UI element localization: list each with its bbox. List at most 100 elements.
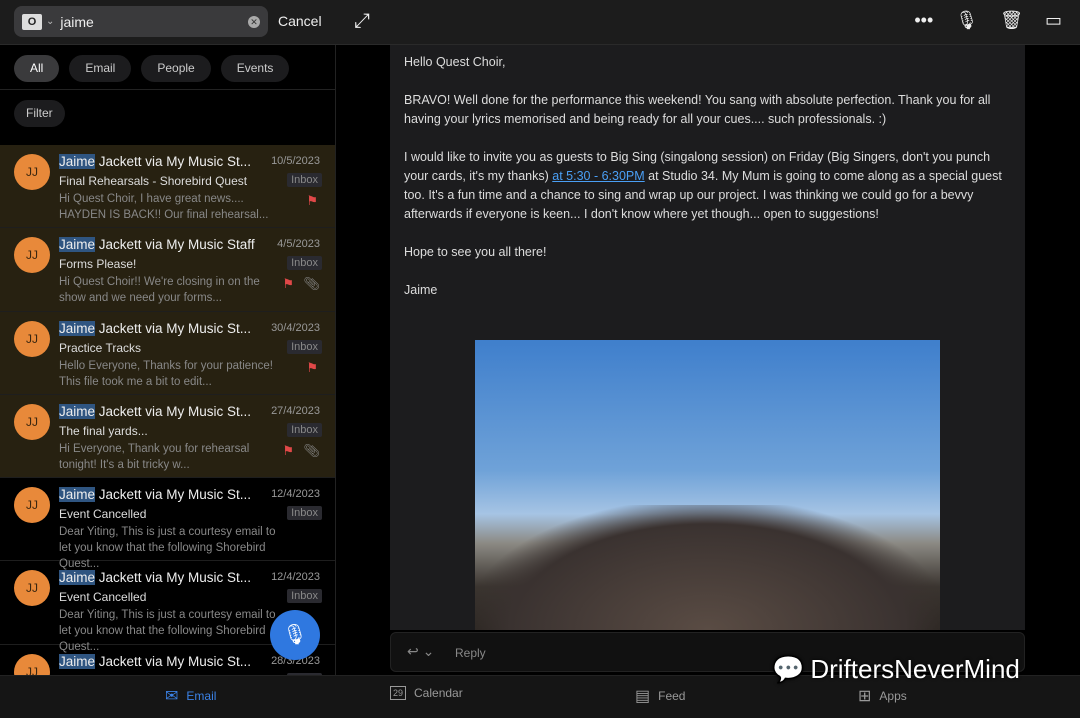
more-icon[interactable]: •••	[914, 10, 933, 31]
top-bar: O ⌄ jaime ✕ Cancel ⤢ ••• 🎙︎ 🗑︎ ▭	[0, 0, 1080, 45]
sender: Jaime Jackett via My Music Staff	[59, 237, 264, 253]
archive-icon[interactable]: ▭	[1045, 10, 1062, 31]
sender-rest: Jackett via My Music St...	[95, 320, 252, 336]
divider	[0, 89, 335, 90]
avatar: JJ	[14, 487, 50, 524]
attachment-icon: 📎︎	[303, 276, 320, 292]
message-body: Hello Quest Choir, BRAVO! Well done for …	[404, 53, 1014, 319]
attachment-icon: 📎︎	[303, 442, 320, 458]
chip-all[interactable]: All	[14, 55, 60, 82]
calendar-icon: 29	[390, 686, 407, 700]
voice-search-button[interactable]: 🎙︎	[270, 610, 320, 660]
reply-options-icon[interactable]: ↩ ⌄	[407, 643, 434, 660]
choir-photo[interactable]	[475, 340, 940, 630]
time-link[interactable]: at 5:30 - 6:30PM	[552, 169, 644, 183]
preview: Hi Everyone, Thank you for rehearsal ton…	[59, 442, 250, 471]
paragraph: I would like to invite you as guests to …	[404, 148, 1014, 224]
flag-icon[interactable]: ⚑	[282, 443, 294, 459]
preview: Hello Everyone, Thanks for your patience…	[59, 359, 273, 388]
sender-rest: Jackett via My Music St...	[95, 154, 252, 169]
chevron-down-icon[interactable]: ⌄	[46, 16, 54, 27]
email-list: JJ Jaime Jackett via My Music St... 10/5…	[0, 145, 335, 675]
sender: Jaime Jackett via My Music St...	[59, 653, 264, 669]
subject: Final Rehearsals - Shorebird Quest	[59, 174, 248, 188]
group-of-people	[475, 505, 940, 630]
subject: Event Cancelled	[59, 507, 147, 522]
date: 30/4/2023	[271, 321, 320, 334]
folder-badge: Inbox	[287, 256, 322, 271]
tab-label: Email	[186, 689, 217, 703]
folder-badge: Inbox	[287, 506, 322, 521]
paragraph: BRAVO! Well done for the performance thi…	[404, 93, 991, 126]
email-list-item[interactable]: JJ Jaime Jackett via My Music St... 12/4…	[0, 478, 335, 570]
sender-rest: Jackett via My Music St...	[95, 653, 252, 669]
email-list-item[interactable]: JJ Jaime Jackett via My Music St... 10/5…	[0, 145, 335, 229]
sender: Jaime Jackett via My Music St...	[59, 320, 264, 336]
reply-label[interactable]: Reply	[455, 646, 486, 660]
tab-label: Apps	[879, 689, 907, 703]
date: 27/4/2023	[271, 404, 320, 417]
search-match: Jaime	[59, 653, 96, 669]
search-match: Jaime	[59, 320, 96, 336]
email-list-item[interactable]: JJ Jaime Jackett via My Music St... 30/4…	[0, 311, 335, 395]
date: 4/5/2023	[277, 238, 320, 251]
search-match: Jaime	[59, 154, 96, 169]
date: 12/4/2023	[271, 571, 320, 584]
search-input[interactable]: jaime	[60, 14, 248, 30]
sender-rest: Jackett via My Music St...	[95, 487, 252, 503]
sender-rest: Jackett via My Music St...	[95, 570, 252, 586]
tab-calendar[interactable]: 29 Calendar	[390, 686, 463, 700]
cancel-button[interactable]: Cancel	[278, 13, 322, 29]
sender: Jaime Jackett via My Music St...	[59, 570, 264, 586]
trash-icon[interactable]: 🗑︎	[1000, 10, 1023, 31]
date: 12/4/2023	[271, 488, 320, 501]
avatar: JJ	[14, 154, 50, 190]
flag-icon[interactable]: ⚑	[306, 360, 318, 376]
watermark-text: DriftersNeverMind	[810, 654, 1020, 684]
message-reading-pane: Hello Quest Choir, BRAVO! Well done for …	[390, 45, 1025, 630]
search-results-pane: All Email People Events Filter JJ Jaime …	[0, 0, 336, 675]
sender: Jaime Jackett via My Music St...	[59, 487, 264, 503]
tab-label: Feed	[658, 689, 686, 703]
filter-button[interactable]: Filter	[14, 100, 65, 127]
email-list-item[interactable]: JJ Jaime Jackett via My Music Staff 4/5/…	[0, 228, 335, 312]
chip-email[interactable]: Email	[69, 55, 132, 82]
avatar: JJ	[14, 570, 50, 607]
flag-icon[interactable]: ⚑	[282, 276, 294, 292]
tab-email[interactable]: ✉ Email	[165, 686, 216, 706]
preview: Hi Quest Choir, I have great news.... HA…	[59, 193, 269, 221]
subject: The final yards...	[59, 423, 148, 438]
tab-label: Calendar	[414, 686, 463, 700]
result-type-chips: All Email People Events	[14, 55, 290, 82]
chip-events[interactable]: Events	[220, 55, 290, 82]
avatar: JJ	[14, 653, 50, 675]
preview: Hi Quest Choir!! We're closing in on the…	[59, 276, 260, 305]
search-field[interactable]: O ⌄ jaime ✕	[14, 6, 268, 37]
greeting: Hello Quest Choir,	[404, 55, 506, 69]
flag-icon[interactable]: ⚑	[306, 193, 318, 209]
subject: Forms Please!	[59, 257, 137, 272]
sender-rest: Jackett via My Music St...	[95, 403, 252, 419]
microphone-icon[interactable]: 🎙︎	[955, 10, 978, 31]
mail-icon: ✉	[165, 688, 179, 705]
wechat-icon: 💬	[772, 654, 805, 684]
subject: Event Cancelled	[59, 590, 147, 605]
folder-badge: Inbox	[287, 422, 322, 437]
folder-badge: Inbox	[287, 589, 322, 604]
search-match: Jaime	[59, 403, 96, 419]
search-match: Jaime	[59, 237, 96, 253]
outlook-account-icon[interactable]: O	[22, 13, 42, 30]
tab-feed[interactable]: ▤ Feed	[635, 686, 685, 706]
tab-apps[interactable]: ⊞ Apps	[858, 686, 907, 706]
search-match: Jaime	[59, 570, 96, 586]
microphone-icon: 🎙︎	[282, 624, 308, 646]
watermark: 💬 DriftersNeverMind	[772, 654, 1020, 685]
chip-people[interactable]: People	[141, 55, 211, 82]
expand-icon[interactable]: ⤢	[354, 10, 370, 33]
email-list-item[interactable]: JJ Jaime Jackett via My Music St... 27/4…	[0, 394, 335, 479]
subject: Practice Tracks	[59, 340, 142, 355]
sender: Jaime Jackett via My Music St...	[59, 154, 264, 169]
avatar: JJ	[14, 237, 50, 274]
date: 10/5/2023	[271, 155, 320, 167]
clear-search-icon[interactable]: ✕	[248, 15, 260, 28]
